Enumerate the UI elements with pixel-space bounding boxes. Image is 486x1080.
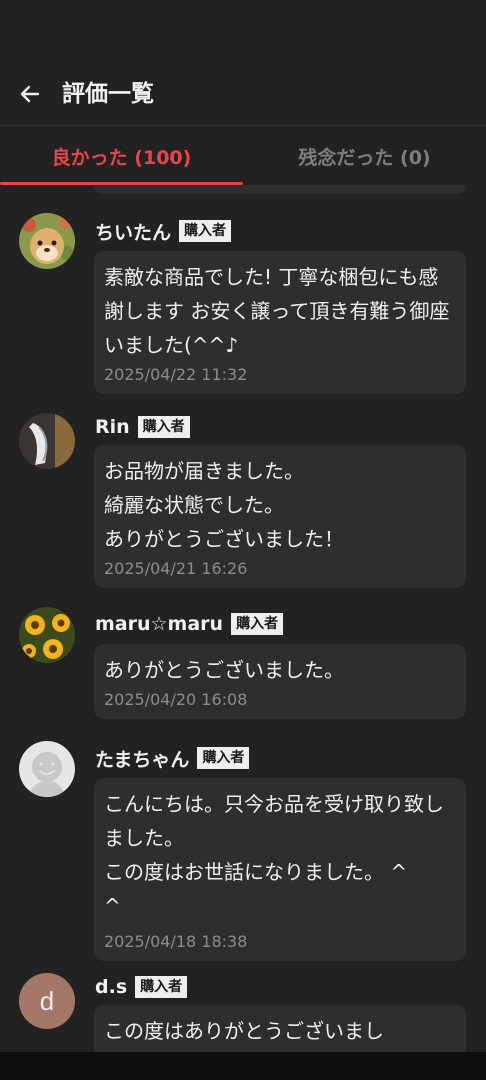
reviewer-name[interactable]: たまちゃん [95,745,189,772]
reviewer-name[interactable]: d.s [95,976,127,998]
review-date: 2025/04/21 16:26 [104,559,248,578]
avatar[interactable] [19,741,75,797]
back-button[interactable] [14,78,46,110]
review-bubble: お品物が届きました。 綺麗な状態でした。 ありがとうございました！ 2025/0… [94,445,466,588]
review-bubble: 素敵な商品でした! 丁寧な梱包にも感謝します お安く譲って頂き有難う御座いました… [94,251,466,394]
previous-review-bubble [94,185,466,194]
buyer-badge: 購入者 [179,220,232,242]
page-title: 評価一覧 [62,81,154,107]
review-comment: こんにちは。只今お品を受け取り致しました。 この度はお世話になりました。 ^ ^ [104,792,444,918]
review-comment: 素敵な商品でした! 丁寧な梱包にも感謝します お安く譲って頂き有難う御座いました… [104,265,450,357]
buyer-badge: 購入者 [231,613,284,635]
avatar[interactable]: d [19,973,75,1029]
reviewer-name[interactable]: ちいたん [95,218,171,245]
app-header: 評価一覧 [0,0,486,126]
review-date: 2025/04/20 16:08 [104,690,248,709]
rating-tabs: 良かった (100) 残念だった (0) [0,127,486,185]
tab-bad[interactable]: 残念だった (0) [243,127,486,185]
review-comment: お品物が届きました。 綺麗な状態でした。 ありがとうございました！ [104,459,344,551]
arrow-left-icon [20,85,40,103]
reviewer-name[interactable]: maru☆maru [95,613,223,635]
avatar-letter: d [39,985,55,1016]
avatar[interactable] [19,413,75,469]
buyer-badge: 購入者 [197,747,250,769]
buyer-badge: 購入者 [137,416,190,438]
avatar[interactable] [19,213,75,269]
reviewer-name[interactable]: Rin [95,416,130,438]
review-bubble: こんにちは。只今お品を受け取り致しました。 この度はお世話になりました。 ^ ^… [94,778,466,961]
system-navigation-bar [0,1052,486,1080]
tab-good[interactable]: 良かった (100) [0,127,243,185]
review-comment: この度はありがとうございまし [104,1019,384,1043]
review-date: 2025/04/22 11:32 [104,365,248,384]
review-date: 2025/04/18 18:38 [104,932,248,951]
avatar[interactable] [19,607,75,663]
review-bubble: ありがとうございました。 2025/04/20 16:08 [94,644,466,719]
buyer-badge: 購入者 [135,976,188,998]
review-comment: ありがとうございました。 [104,658,344,682]
